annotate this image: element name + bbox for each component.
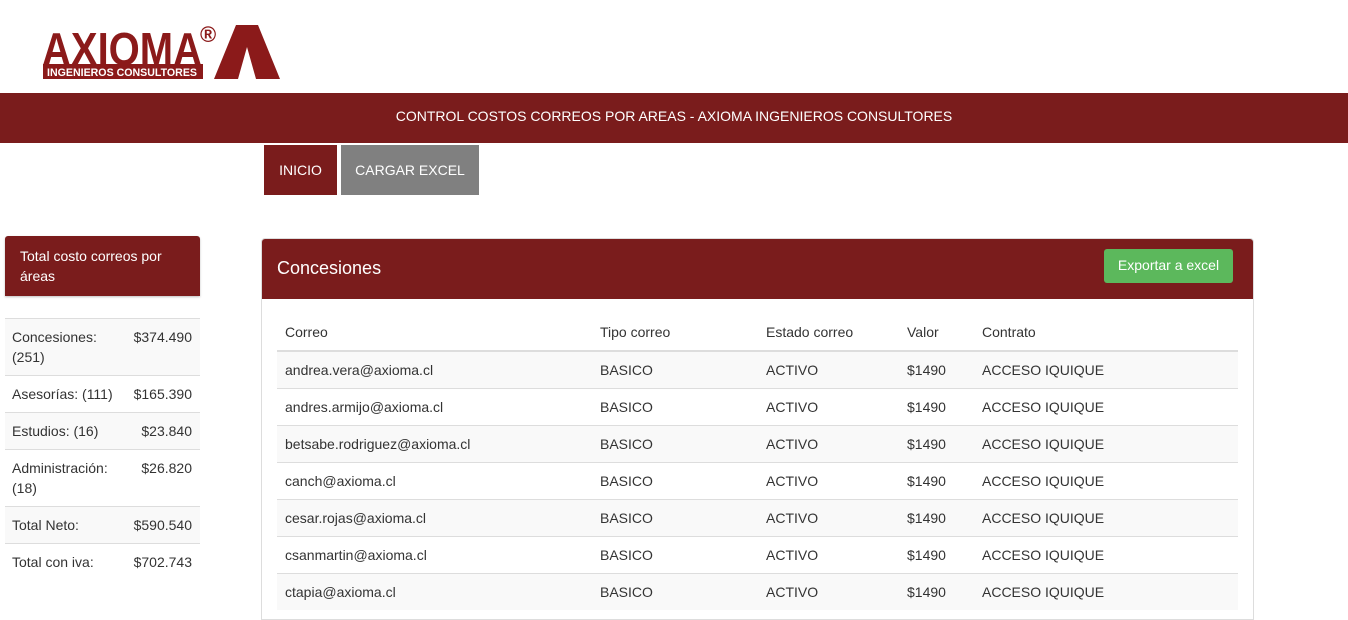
area-totals-table: Concesiones: (251) $374.490 Asesorías: (… [5, 318, 200, 580]
valor-cell: $1490 [899, 388, 974, 426]
contrato-cell: ACCESO IQUIQUE [974, 425, 1238, 463]
column-header-valor[interactable]: Valor [899, 314, 974, 352]
tipo-correo-cell: BASICO [592, 350, 758, 389]
contrato-cell: ACCESO IQUIQUE [974, 462, 1238, 500]
contrato-cell: ACCESO IQUIQUE [974, 573, 1238, 610]
emails-table-body: andrea.vera@axioma.cl BASICO ACTIVO $1490 AC… [277, 350, 1238, 610]
valor-cell: $1490 [899, 350, 974, 389]
table-row: andres.armijo@axioma.cl BASICO ACTIVO $1490… [277, 388, 1238, 426]
table-row: andrea.vera@axioma.cl BASICO ACTIVO $1490 AC… [277, 350, 1238, 389]
table-row: betsabe.rodriguez@axioma.cl BASICO ACTIVO $… [277, 425, 1238, 463]
table-header-row: Correo Tipo correo Estado correo Valor C… [277, 314, 1238, 352]
area-total-row: Concesiones: (251) $374.490 [5, 318, 200, 376]
concesiones-heading: Concesiones Exportar a excel [262, 239, 1253, 299]
area-amount: $23.840 [126, 412, 200, 450]
email-cell: andrea.vera@axioma.cl [277, 350, 592, 389]
estado-correo-cell: ACTIVO [758, 573, 899, 610]
area-totals-panel: Total costo correos por áreas Concesione… [5, 236, 200, 580]
total-iva-row: Total con iva: $702.743 [5, 543, 200, 580]
table-row: csanmartin@axioma.cl BASICO ACTIVO $1490 ACC… [277, 536, 1238, 574]
tipo-correo-cell: BASICO [592, 388, 758, 426]
contrato-cell: ACCESO IQUIQUE [974, 499, 1238, 537]
area-total-row: Administración: (18) $26.820 [5, 449, 200, 507]
email-cell: andres.armijo@axioma.cl [277, 388, 592, 426]
contrato-cell: ACCESO IQUIQUE [974, 350, 1238, 389]
table-row: ctapia@axioma.cl BASICO ACTIVO $1490 ACCESO … [277, 573, 1238, 610]
valor-cell: $1490 [899, 573, 974, 610]
total-neto-label: Total Neto: [5, 506, 127, 544]
column-header-estado-correo[interactable]: Estado correo [758, 314, 899, 352]
area-total-row: Estudios: (16) $23.840 [5, 412, 200, 450]
estado-correo-cell: ACTIVO [758, 462, 899, 500]
contrato-cell: ACCESO IQUIQUE [974, 536, 1238, 574]
area-amount: $165.390 [126, 375, 200, 413]
column-header-correo[interactable]: Correo [277, 314, 592, 352]
tipo-correo-cell: BASICO [592, 425, 758, 463]
table-row: canch@axioma.cl BASICO ACTIVO $1490 ACCESO I… [277, 462, 1238, 500]
area-label: Concesiones: (251) [5, 318, 127, 376]
valor-cell: $1490 [899, 499, 974, 537]
area-amount: $26.820 [126, 449, 200, 507]
logo-monogram-a [214, 25, 280, 79]
export-excel-button[interactable]: Exportar a excel [1104, 249, 1233, 283]
estado-correo-cell: ACTIVO [758, 425, 899, 463]
estado-correo-cell: ACTIVO [758, 350, 899, 389]
contrato-cell: ACCESO IQUIQUE [974, 388, 1238, 426]
area-label: Administración: (18) [5, 449, 127, 507]
total-neto-row: Total Neto: $590.540 [5, 506, 200, 544]
email-cell: ctapia@axioma.cl [277, 573, 592, 610]
area-total-row: Asesorías: (111) $165.390 [5, 375, 200, 413]
company-logo: AXIOMA ® INGENIEROS CONSULTORES [42, 22, 282, 82]
tipo-correo-cell: BASICO [592, 536, 758, 574]
total-iva-label: Total con iva: [5, 543, 127, 580]
emails-table: Correo Tipo correo Estado correo Valor C… [277, 314, 1238, 610]
area-label: Asesorías: (111) [5, 375, 127, 413]
column-header-tipo-correo[interactable]: Tipo correo [592, 314, 758, 352]
valor-cell: $1490 [899, 462, 974, 500]
estado-correo-cell: ACTIVO [758, 388, 899, 426]
banner-title: CONTROL COSTOS CORREOS POR AREAS - AXIOM… [395, 108, 953, 124]
email-cell: csanmartin@axioma.cl [277, 536, 592, 574]
estado-correo-cell: ACTIVO [758, 499, 899, 537]
axioma-logo-graphic: AXIOMA ® INGENIEROS CONSULTORES [42, 22, 280, 79]
tipo-correo-cell: BASICO [592, 573, 758, 610]
logo-subtitle: INGENIEROS CONSULTORES [47, 67, 197, 79]
nav-cargar-excel-button[interactable]: CARGAR EXCEL [341, 145, 479, 195]
area-totals-heading: Total costo correos por áreas [5, 236, 200, 296]
table-row: cesar.rojas@axioma.cl BASICO ACTIVO $1490 AC… [277, 499, 1238, 537]
logo-registered-mark: ® [200, 22, 216, 47]
page-banner: CONTROL COSTOS CORREOS POR AREAS - AXIOM… [0, 93, 1348, 143]
concesiones-panel: Concesiones Exportar a excel Correo Tipo… [261, 238, 1254, 620]
panel-title: Concesiones [277, 258, 382, 278]
tipo-correo-cell: BASICO [592, 462, 758, 500]
total-iva-amount: $702.743 [126, 543, 200, 580]
area-label: Estudios: (16) [5, 412, 127, 450]
area-amount: $374.490 [126, 318, 200, 376]
column-header-contrato[interactable]: Contrato [974, 314, 1238, 352]
email-cell: betsabe.rodriguez@axioma.cl [277, 425, 592, 463]
nav-inicio-button[interactable]: INICIO [264, 145, 337, 195]
valor-cell: $1490 [899, 536, 974, 574]
total-neto-amount: $590.540 [126, 506, 200, 544]
valor-cell: $1490 [899, 425, 974, 463]
email-cell: cesar.rojas@axioma.cl [277, 499, 592, 537]
tipo-correo-cell: BASICO [592, 499, 758, 537]
estado-correo-cell: ACTIVO [758, 536, 899, 574]
email-cell: canch@axioma.cl [277, 462, 592, 500]
